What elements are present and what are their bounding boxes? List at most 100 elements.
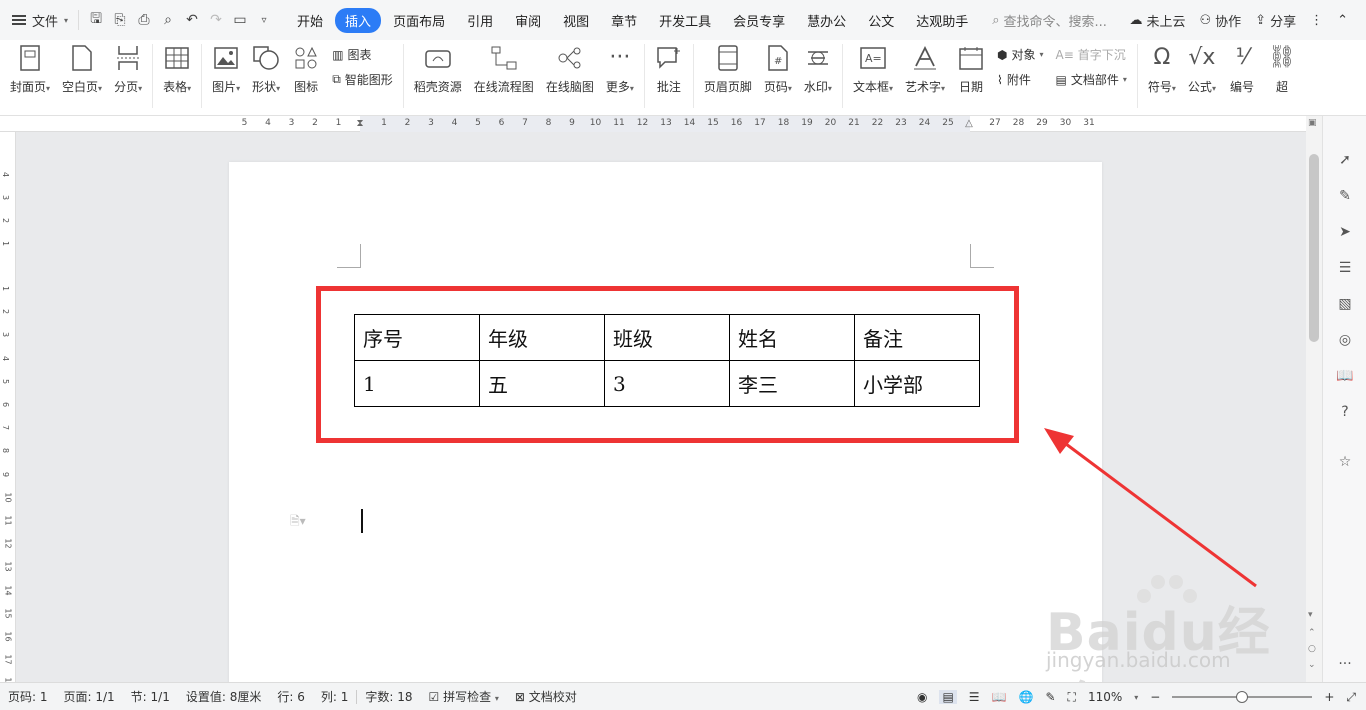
dropcap-button[interactable]: A≡ 首字下沉: [1056, 46, 1127, 63]
more-dots-icon[interactable]: ···: [1335, 654, 1355, 674]
wordart-button[interactable]: 艺术字▾: [899, 44, 951, 95]
setting-status[interactable]: 设置值: 8厘米: [178, 688, 270, 705]
proofread-button[interactable]: ⊠ 文档校对: [507, 688, 585, 705]
header-footer-button[interactable]: 页眉页脚: [698, 44, 758, 95]
print-icon[interactable]: ⎙: [135, 11, 153, 29]
redo-icon[interactable]: ↷: [207, 11, 225, 29]
flowchart-button[interactable]: 在线流程图: [468, 44, 540, 95]
undo-icon[interactable]: ↶: [183, 11, 201, 29]
zoom-level[interactable]: 110%: [1088, 690, 1122, 704]
share-button[interactable]: ⇪ 分享: [1255, 11, 1296, 30]
zoom-dropdown-icon[interactable]: ▾: [1134, 693, 1138, 702]
next-page-icon[interactable]: ⌄: [1308, 660, 1316, 670]
image-tools-icon[interactable]: ▧: [1335, 294, 1355, 314]
vertical-scrollbar[interactable]: ▣ ▾ ⌃ ○ ⌄: [1306, 116, 1322, 682]
formula-button[interactable]: √x 公式▾: [1182, 44, 1222, 95]
zoom-slider-knob[interactable]: [1236, 691, 1249, 703]
cover-page-button[interactable]: 封面页▾: [4, 44, 56, 95]
command-search[interactable]: ⌕ 查找命令、搜索...: [992, 11, 1107, 30]
hyperlink-button[interactable]: ⛓ 超: [1262, 44, 1296, 95]
web-view-icon[interactable]: 🌐: [1019, 690, 1034, 704]
resources-button[interactable]: 稻壳资源: [408, 44, 468, 95]
table-button[interactable]: 表格▾: [157, 44, 197, 95]
tab-chapter[interactable]: 章节: [601, 8, 647, 33]
pages-status[interactable]: 页面: 1/1: [56, 688, 123, 705]
file-menu-button[interactable]: 文件 ▾: [0, 0, 78, 40]
chart-button[interactable]: ▥ 图表: [332, 46, 393, 63]
icon-library-button[interactable]: 图标: [286, 44, 326, 95]
tab-view[interactable]: 视图: [553, 8, 599, 33]
tab-developer[interactable]: 开发工具: [649, 8, 721, 33]
tab-page-layout[interactable]: 页面布局: [383, 8, 455, 33]
select-browse-icon[interactable]: ○: [1308, 644, 1316, 654]
watermark-button[interactable]: 水印▾: [798, 44, 838, 95]
horizontal-ruler[interactable]: ⧗ △ 5 4 3 2 1 1 2 3 4 5 6 7 8 9 10 11 12 13 14 15 16 17 18 19 20…: [0, 116, 1322, 132]
prev-page-icon[interactable]: ⌃: [1308, 628, 1316, 638]
customize-toolbar-icon[interactable]: ▿: [255, 11, 273, 29]
vertical-ruler[interactable]: 4321123456789101112131415161718: [0, 132, 16, 688]
book-icon[interactable]: 📖: [1335, 366, 1355, 386]
zoom-slider[interactable]: [1172, 691, 1313, 703]
right-indent-marker-icon[interactable]: △: [965, 118, 973, 129]
export-pdf-icon[interactable]: ⎘: [111, 11, 129, 29]
more-options-icon[interactable]: ⋮: [1310, 13, 1323, 28]
indent-marker-icon[interactable]: ⧗: [356, 118, 363, 129]
pen-icon[interactable]: ✎: [1335, 186, 1355, 206]
scrollbar-thumb[interactable]: [1309, 154, 1319, 342]
outline-view-icon[interactable]: ☰: [969, 690, 980, 704]
textbox-button[interactable]: A= 文本框▾: [847, 44, 899, 95]
sliders-icon[interactable]: ☰: [1335, 258, 1355, 278]
attachment-button[interactable]: ⌇ 附件: [997, 71, 1044, 88]
location-icon[interactable]: ◎: [1335, 330, 1355, 350]
tab-review[interactable]: 审阅: [505, 8, 551, 33]
page-view-icon[interactable]: ▤: [939, 690, 957, 704]
bookmark-star-icon[interactable]: ☆: [1335, 452, 1355, 472]
scroll-down-icon[interactable]: ▾: [1308, 610, 1313, 620]
date-button[interactable]: 日期: [951, 44, 991, 95]
tab-daguan-assistant[interactable]: 达观助手: [906, 8, 978, 33]
doc-parts-button[interactable]: ▤ 文档部件 ▾: [1056, 71, 1127, 88]
reading-view-icon[interactable]: 📖: [992, 690, 1007, 704]
rocket-icon[interactable]: ➚: [1335, 150, 1355, 170]
comment-button[interactable]: 批注: [649, 44, 689, 95]
pointer-icon[interactable]: ➤: [1335, 222, 1355, 242]
page-code-status[interactable]: 页码: 1: [0, 688, 56, 705]
tab-insert[interactable]: 插入: [335, 7, 382, 33]
spellcheck-button[interactable]: ☑ 拼写检查 ▾: [420, 688, 506, 705]
paragraph-handle-icon[interactable]: 🗎▾: [290, 512, 306, 533]
format-painter-icon[interactable]: ▭: [231, 11, 249, 29]
collaborate-button[interactable]: ⚇ 协作: [1200, 11, 1242, 30]
blank-page-button[interactable]: 空白页▾: [56, 44, 108, 95]
section-status[interactable]: 节: 1/1: [123, 688, 178, 705]
fit-page-icon[interactable]: ⛶: [1068, 690, 1076, 705]
object-button[interactable]: ⬢ 对象 ▾: [997, 46, 1044, 63]
eye-protection-icon[interactable]: ◉: [917, 690, 927, 704]
shape-button[interactable]: 形状▾: [246, 44, 286, 95]
row-status[interactable]: 行: 6: [269, 688, 313, 705]
picture-button[interactable]: 图片▾: [206, 44, 246, 95]
fullscreen-icon[interactable]: ⤢: [1346, 690, 1356, 705]
tab-smart-office[interactable]: 慧办公: [797, 8, 856, 33]
cloud-status-button[interactable]: ☁ 未上云: [1129, 11, 1185, 30]
print-preview-icon[interactable]: ⌕: [159, 11, 177, 29]
more-button[interactable]: ··· 更多▾: [600, 44, 640, 95]
tab-references[interactable]: 引用: [457, 8, 503, 33]
mindmap-button[interactable]: 在线脑图: [540, 44, 600, 95]
page-break-button[interactable]: 分页▾: [108, 44, 148, 95]
scroll-panel-icon[interactable]: ▣: [1308, 118, 1317, 128]
save-icon[interactable]: 🖫: [87, 11, 105, 29]
document-page[interactable]: 序号 年级 班级 姓名 备注 1 五 3 李三 小学部 🗎▾: [229, 162, 1102, 682]
tab-home[interactable]: 开始: [287, 8, 333, 33]
page-number-button[interactable]: # 页码▾: [758, 44, 798, 95]
zoom-out-icon[interactable]: −: [1150, 690, 1160, 704]
word-count-status[interactable]: 字数: 18: [357, 688, 420, 705]
write-view-icon[interactable]: ✎: [1045, 690, 1055, 704]
smart-shape-button[interactable]: ⧉ 智能图形: [332, 71, 393, 88]
numbering-button[interactable]: ⅟ 编号: [1222, 44, 1262, 95]
collapse-ribbon-icon[interactable]: ⌃: [1337, 13, 1348, 28]
tab-official-doc[interactable]: 公文: [858, 8, 904, 33]
col-status[interactable]: 列: 1: [313, 688, 357, 705]
zoom-in-icon[interactable]: +: [1324, 690, 1334, 704]
symbol-button[interactable]: Ω 符号▾: [1142, 44, 1182, 95]
tab-member[interactable]: 会员专享: [723, 8, 795, 33]
